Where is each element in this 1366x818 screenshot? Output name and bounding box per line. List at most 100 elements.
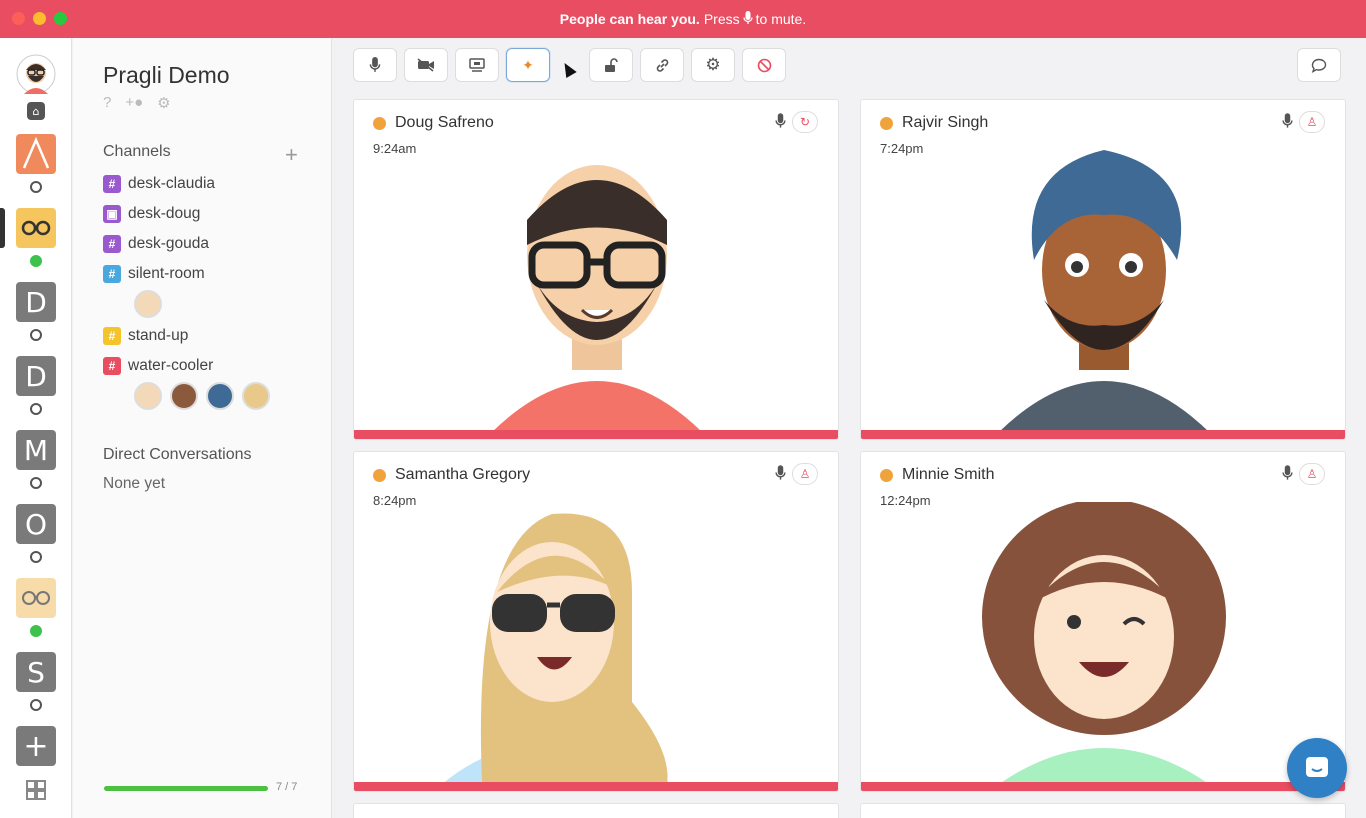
add-user-icon[interactable]: +● — [125, 94, 143, 112]
screen-share-button[interactable] — [455, 48, 499, 82]
member-avatar[interactable] — [134, 290, 162, 318]
rail-active-indicator — [0, 208, 5, 248]
unlock-icon — [605, 57, 618, 72]
channel-desk-gouda[interactable]: # desk-gouda — [103, 235, 209, 253]
member-avatar[interactable] — [242, 382, 270, 410]
party-icon: ✦ — [522, 56, 534, 73]
settings-button[interactable]: ⚙ — [691, 48, 735, 82]
video-tile-partial[interactable] — [860, 803, 1346, 818]
link-button[interactable] — [640, 48, 684, 82]
video-tile-doug[interactable]: Doug Safreno 9:24am ↻ — [353, 99, 839, 440]
member-avatar[interactable] — [134, 382, 162, 410]
channel-label: desk-doug — [128, 205, 201, 222]
rail-status-dot — [30, 477, 42, 489]
doug-avatar-illustration — [492, 165, 702, 432]
add-channel-button[interactable]: + — [285, 142, 298, 168]
rail-team-glasses-light[interactable] — [16, 578, 56, 618]
unlock-button[interactable] — [589, 48, 633, 82]
rail-status-dot-online — [30, 625, 42, 637]
rail-status-dot — [30, 551, 42, 563]
talking-indicator-bar — [861, 782, 1345, 791]
team-rail: ⌂ D D M O S + — [0, 38, 72, 818]
channel-silent-room[interactable]: # silent-room — [103, 265, 205, 283]
channels-heading: Channels — [103, 143, 171, 160]
refresh-icon[interactable]: ↻ — [792, 111, 818, 133]
mic-icon — [1282, 464, 1293, 484]
video-toggle-button[interactable] — [404, 48, 448, 82]
rail-team-s[interactable]: S — [16, 652, 56, 692]
tile-header: Doug Safreno — [373, 114, 494, 132]
rail-team-triangle[interactable] — [16, 134, 56, 174]
video-tile-rajvir[interactable]: Rajvir Singh 7:24pm ♙ — [860, 99, 1346, 440]
rail-team-o[interactable]: O — [16, 504, 56, 544]
tile-controls: ♙ — [1282, 111, 1325, 133]
rail-team-glasses[interactable] — [16, 208, 56, 248]
banner-mute-text: to mute. — [755, 11, 807, 27]
tile-controls: ♙ — [775, 463, 818, 485]
samantha-avatar-illustration — [442, 513, 672, 784]
rail-team-m[interactable]: M — [16, 430, 56, 470]
channel-sidebar: Pragli Demo ? +● ⚙ Channels + # desk-cla… — [73, 38, 332, 818]
mic-icon — [369, 57, 381, 72]
tile-header: Samantha Gregory — [373, 466, 530, 484]
channel-desk-claudia[interactable]: # desk-claudia — [103, 175, 215, 193]
person-icon[interactable]: ♙ — [1299, 463, 1325, 485]
talking-indicator-bar — [354, 782, 838, 791]
participant-local-time: 7:24pm — [880, 141, 924, 156]
rail-team-d2[interactable]: D — [16, 356, 56, 396]
participant-local-time: 12:24pm — [880, 493, 931, 508]
grid-icon[interactable] — [26, 780, 46, 800]
channel-label: stand-up — [128, 327, 189, 344]
mic-icon — [775, 464, 786, 484]
org-name: Pragli Demo — [103, 62, 230, 88]
participant-local-time: 9:24am — [373, 141, 417, 156]
mic-icon — [775, 112, 786, 132]
chat-bubble-icon — [1311, 58, 1327, 73]
maximize-window-button[interactable] — [54, 12, 67, 25]
rajvir-avatar-illustration — [999, 150, 1209, 432]
chat-button[interactable] — [1297, 48, 1341, 82]
progress-fill — [104, 786, 268, 791]
office-icon[interactable]: ⌂ — [27, 102, 45, 120]
person-icon[interactable]: ♙ — [1299, 111, 1325, 133]
hash-icon: # — [103, 175, 121, 193]
gear-icon[interactable]: ⚙ — [157, 94, 170, 112]
block-button[interactable] — [742, 48, 786, 82]
channel-label: water-cooler — [128, 357, 214, 374]
talking-indicator-bar — [354, 430, 838, 439]
person-icon[interactable]: ♙ — [792, 463, 818, 485]
mic-button[interactable] — [353, 48, 397, 82]
window-controls — [12, 12, 67, 25]
channel-desk-doug[interactable]: ▣ desk-doug — [103, 205, 200, 223]
participant-name: Samantha Gregory — [395, 466, 531, 483]
help-icon[interactable]: ? — [103, 94, 111, 112]
lock-icon: ▣ — [103, 205, 121, 223]
rail-team-d1[interactable]: D — [16, 282, 56, 322]
member-avatar[interactable] — [206, 382, 234, 410]
user-avatar[interactable] — [16, 54, 56, 94]
participant-local-time: 8:24pm — [373, 493, 417, 508]
progress-label: 7 / 7 — [276, 781, 298, 793]
block-icon — [757, 58, 771, 72]
rail-status-dot — [30, 403, 42, 415]
banner-bold-text: People can hear you. — [559, 11, 700, 27]
member-avatar[interactable] — [170, 382, 198, 410]
close-window-button[interactable] — [12, 12, 25, 25]
video-tile-samantha[interactable]: Samantha Gregory 8:24pm ♙ — [353, 451, 839, 792]
channel-stand-up[interactable]: # stand-up — [103, 327, 188, 345]
channel-water-cooler[interactable]: # water-cooler — [103, 357, 213, 375]
party-button[interactable]: ✦ — [506, 48, 550, 82]
onboarding-progress-bar — [104, 786, 268, 791]
participant-name: Doug Safreno — [395, 114, 494, 131]
video-tile-minnie[interactable]: Minnie Smith 12:24pm ♙ — [860, 451, 1346, 792]
hash-icon: # — [103, 357, 121, 375]
minimize-window-button[interactable] — [33, 12, 46, 25]
status-dot — [373, 468, 386, 482]
water-cooler-members — [134, 382, 270, 410]
mouse-cursor — [559, 59, 577, 79]
help-chat-button[interactable] — [1287, 738, 1347, 798]
talking-indicator-bar — [861, 430, 1345, 439]
add-team-button[interactable]: + — [16, 726, 56, 766]
video-tile-partial[interactable] — [353, 803, 839, 818]
channel-label: desk-claudia — [128, 175, 216, 192]
